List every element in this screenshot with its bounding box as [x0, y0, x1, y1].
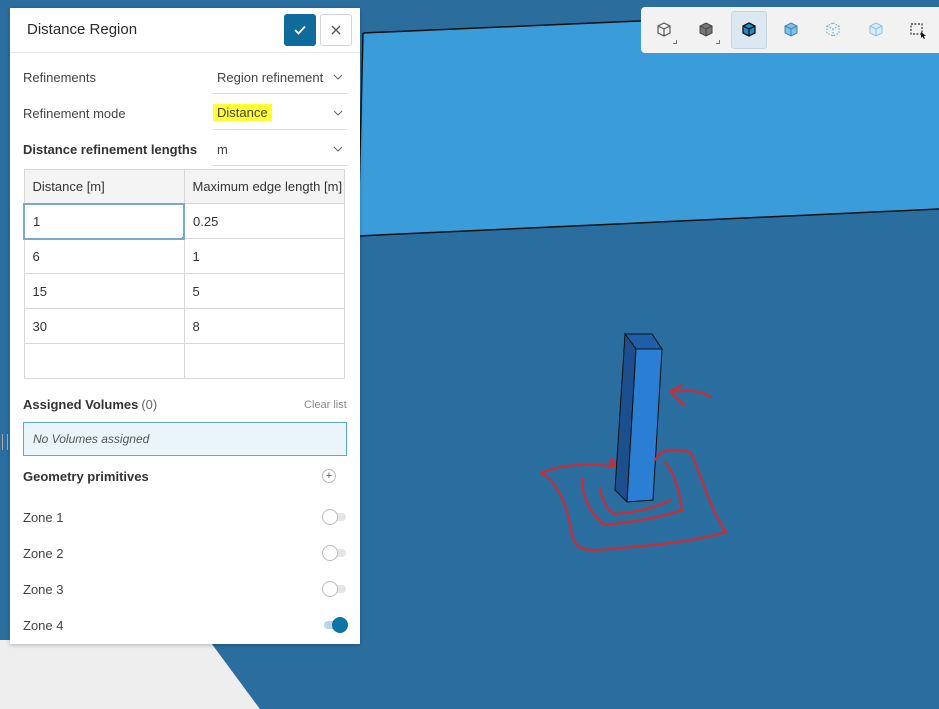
- wireframe-view-button[interactable]: [646, 11, 682, 49]
- transparent-view-button[interactable]: [773, 11, 809, 49]
- table-cell[interactable]: 1: [183, 238, 345, 274]
- checkmark-icon: [294, 25, 306, 35]
- table-header-row: Distance [m] Maximum edge length [m]: [23, 169, 345, 204]
- points-view-button[interactable]: [815, 11, 851, 49]
- refinement-mode-label: Refinement mode: [23, 106, 126, 121]
- zone-2-toggle[interactable]: [322, 545, 348, 561]
- transparent-cube-icon: [784, 22, 798, 37]
- zone-1-toggle[interactable]: [322, 509, 348, 525]
- table-cell[interactable]: [183, 343, 345, 379]
- table-row: 30 8: [23, 308, 345, 344]
- zone-row: Zone 4: [23, 613, 348, 643]
- box-select-button[interactable]: [900, 11, 936, 49]
- solid-cube-icon: [699, 22, 713, 37]
- table-cell[interactable]: 8: [183, 308, 345, 344]
- panel-title: Distance Region: [27, 21, 138, 38]
- table-row: 6 1: [23, 238, 345, 274]
- table-cell[interactable]: 30: [23, 308, 185, 344]
- refinement-lengths-row: Distance refinement lengths m: [23, 132, 347, 168]
- solid-view-button[interactable]: [688, 11, 724, 49]
- distance-table: Distance [m] Maximum edge length [m] 1 0…: [23, 169, 345, 379]
- table-row: 1 0.25: [23, 202, 345, 240]
- panel-resize-handle[interactable]: [2, 434, 8, 450]
- fill-handle[interactable]: [181, 235, 182, 237]
- no-volumes-text: No Volumes assigned: [33, 432, 150, 446]
- chevron-down-icon: [333, 146, 343, 152]
- table-cell[interactable]: 5: [183, 273, 345, 309]
- table-cell[interactable]: 1: [23, 202, 185, 240]
- geometry-primitives-label: Geometry primitives: [23, 469, 149, 484]
- chevron-down-icon: [333, 74, 343, 80]
- refinements-select[interactable]: Region refinement: [213, 60, 347, 94]
- refinement-mode-select[interactable]: Distance: [213, 96, 347, 130]
- clear-list-link[interactable]: Clear list: [304, 399, 347, 411]
- max-edge-column-header: Maximum edge length [m]: [183, 169, 345, 204]
- shaded-edges-view-button[interactable]: [730, 11, 767, 49]
- chevron-down-icon: [333, 110, 343, 116]
- refinement-mode-value: Distance: [213, 104, 272, 121]
- refinement-lengths-label: Distance refinement lengths: [23, 142, 198, 157]
- assigned-volumes-box[interactable]: No Volumes assigned: [23, 422, 347, 456]
- close-icon: [331, 25, 341, 35]
- panel-header: Distance Region: [10, 8, 360, 53]
- assigned-volumes-count: (0): [141, 397, 158, 412]
- lengths-unit-value: m: [217, 142, 228, 157]
- table-row: 15 5: [23, 273, 345, 309]
- wireframe-cube-icon: [657, 22, 671, 37]
- close-button[interactable]: [320, 14, 352, 46]
- zone-row: Zone 1: [23, 505, 347, 535]
- confirm-button[interactable]: [284, 14, 316, 46]
- ghost-cube-icon: [869, 22, 883, 37]
- zone-label: Zone 2: [23, 546, 64, 561]
- box-select-icon: [910, 23, 926, 39]
- refinements-label: Refinements: [23, 70, 96, 85]
- refinement-mode-row: Refinement mode Distance: [23, 96, 347, 132]
- table-cell[interactable]: 15: [23, 273, 185, 309]
- distance-column-header: Distance [m]: [23, 169, 185, 204]
- zone-4-toggle[interactable]: [322, 617, 348, 633]
- ghost-view-button[interactable]: [857, 11, 893, 49]
- points-cube-icon: [826, 22, 840, 37]
- zone-row: Zone 3: [23, 577, 347, 607]
- zone-row: Zone 2: [23, 541, 347, 571]
- distance-region-panel: Distance Region Refinements Region refin…: [10, 8, 360, 644]
- assigned-volumes-label: Assigned Volumes (0): [23, 397, 158, 412]
- refinements-value: Region refinement: [217, 70, 324, 85]
- table-cell[interactable]: 0.25: [183, 203, 345, 239]
- table-row: [23, 343, 345, 379]
- lengths-unit-select[interactable]: m: [213, 132, 347, 166]
- shaded-edges-cube-icon: [742, 22, 756, 37]
- add-primitive-icon[interactable]: +: [322, 469, 336, 483]
- zone-label: Zone 1: [23, 510, 64, 525]
- table-cell[interactable]: 6: [23, 238, 185, 274]
- zone-3-toggle[interactable]: [322, 581, 348, 597]
- zone-label: Zone 4: [23, 618, 64, 633]
- zone-label: Zone 3: [23, 582, 64, 597]
- table-cell[interactable]: [23, 343, 185, 379]
- view-toolbar: [641, 7, 939, 53]
- refinements-row: Refinements Region refinement: [23, 60, 347, 96]
